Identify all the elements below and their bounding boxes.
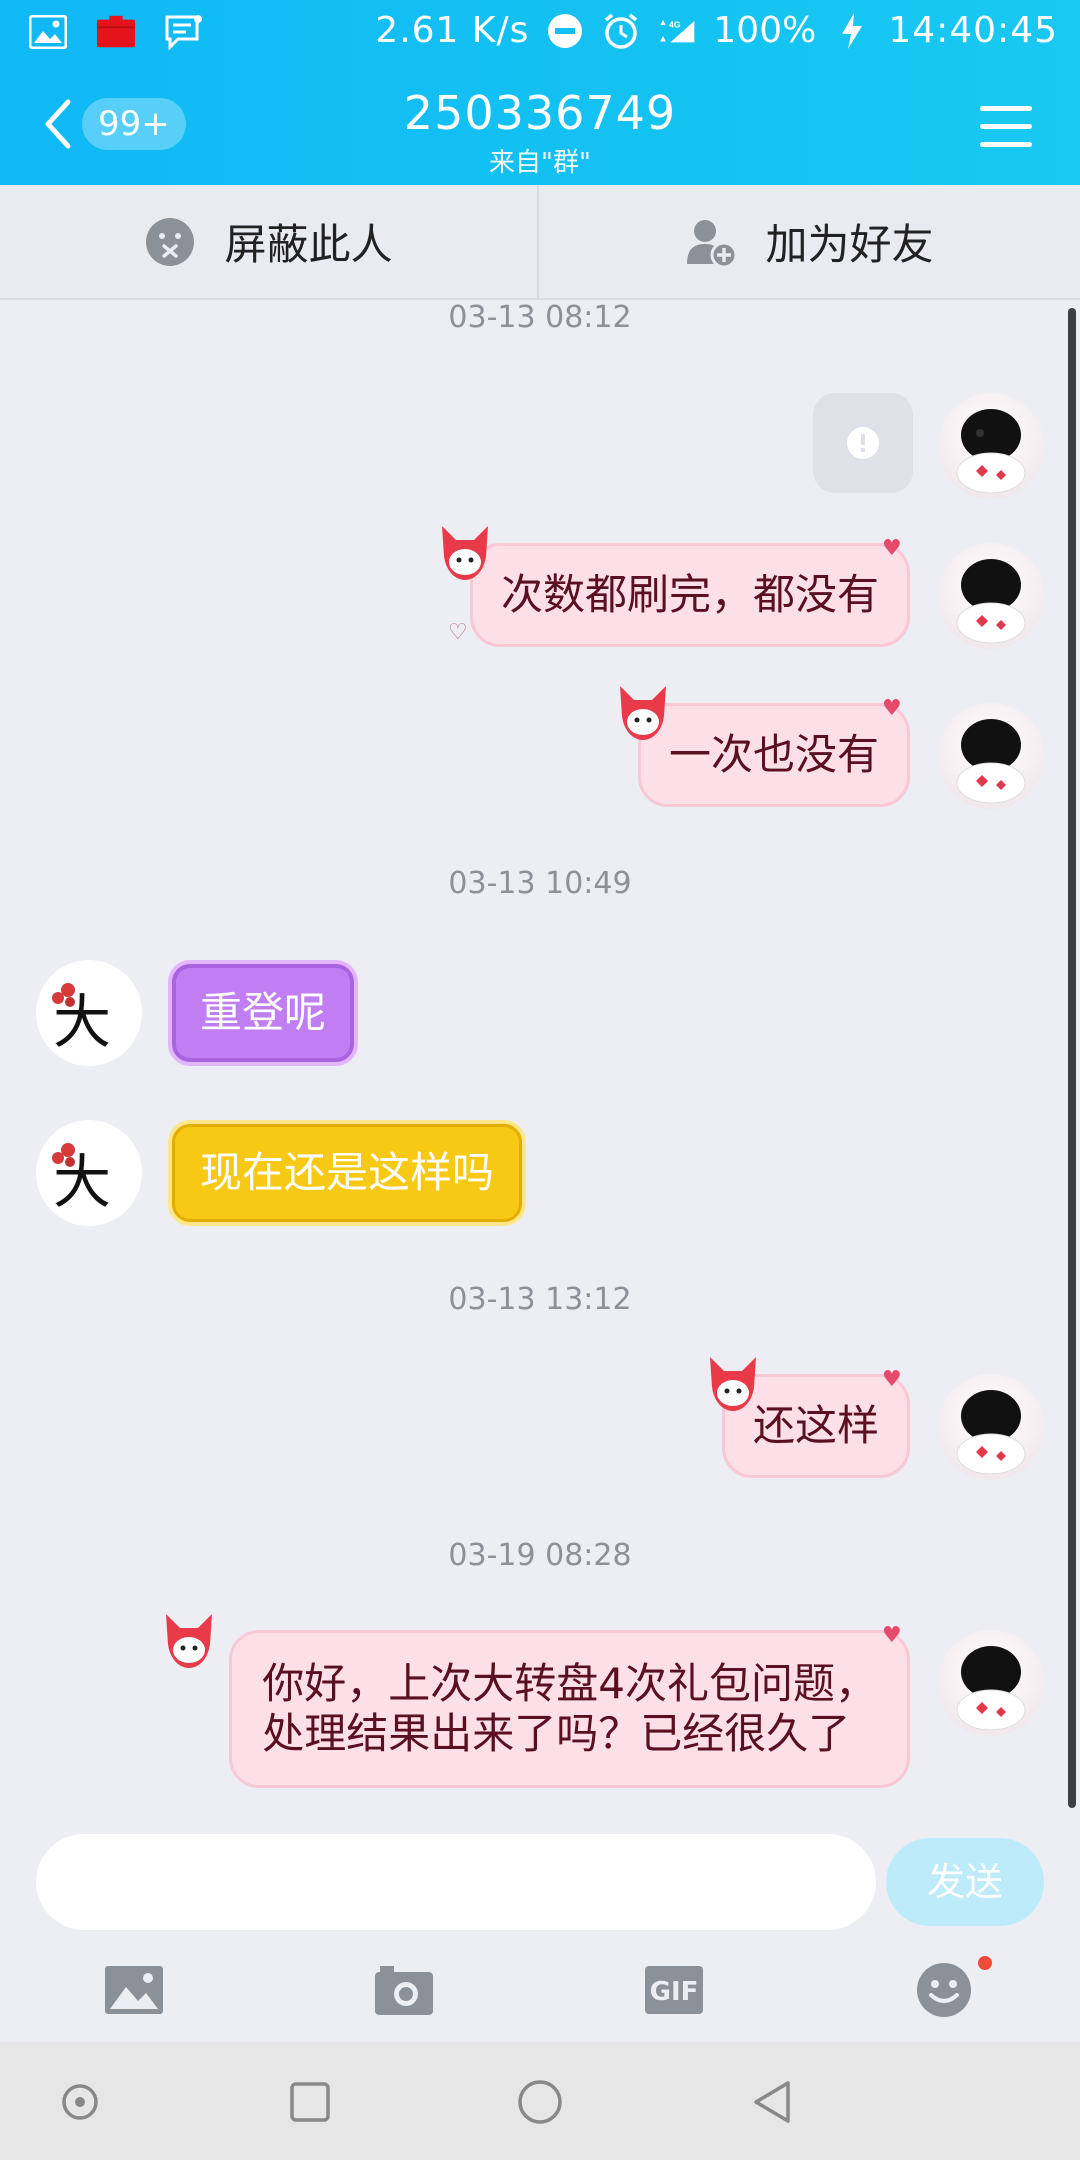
- alarm-icon: [601, 11, 641, 51]
- message-bubble-self[interactable]: 一次也没有: [637, 703, 910, 807]
- chevron-left-icon: [45, 99, 71, 149]
- charging-icon: [832, 11, 872, 51]
- heart-icon: ♡: [448, 620, 468, 645]
- camera-icon: [375, 1966, 433, 2015]
- svg-text:4G: 4G: [669, 19, 681, 29]
- heart-icon: ♥: [882, 1623, 902, 1648]
- fox-sticker-icon: [710, 1357, 756, 1411]
- heart-icon: ♥: [882, 1367, 902, 1392]
- fox-sticker-icon: [166, 1614, 212, 1668]
- chat-title: 250336749: [403, 86, 677, 140]
- svg-text:大: 大: [53, 1148, 111, 1216]
- system-nav-bar: [0, 2042, 1080, 2160]
- message-bubble-self[interactable]: 次数都刷完，都没有: [469, 543, 910, 647]
- gif-icon: GIF: [645, 1966, 703, 2014]
- do-not-disturb-icon: [545, 11, 585, 51]
- scrollbar[interactable]: [1068, 308, 1076, 1808]
- message-text: 还这样: [752, 1401, 879, 1450]
- clock: 14:40:45: [888, 10, 1058, 51]
- input-toolbar: GIF: [0, 1950, 1080, 2042]
- new-indicator-dot: [978, 1956, 992, 1970]
- svg-text:GIF: GIF: [650, 1977, 699, 2007]
- menu-button[interactable]: [980, 106, 1032, 150]
- net-speed: 2.61 K/s: [375, 10, 530, 51]
- add-friend-icon: [687, 219, 738, 268]
- circle-icon: [518, 2080, 562, 2124]
- message-bubble-other[interactable]: 现在还是这样吗: [168, 1120, 527, 1226]
- message-text: 次数都刷完，都没有: [500, 570, 879, 619]
- message-bubble-failed[interactable]: [813, 393, 913, 493]
- fox-sticker-icon: [620, 686, 666, 740]
- timestamp: 03-13 13:12: [448, 1282, 632, 1317]
- avatar[interactable]: [938, 393, 1044, 499]
- back-button[interactable]: 99+: [38, 94, 188, 154]
- block-icon: [146, 217, 195, 266]
- heart-icon: ♥: [882, 696, 902, 721]
- emoji-button[interactable]: [912, 1958, 976, 2022]
- message-notification-icon: [164, 12, 204, 52]
- block-user-button[interactable]: 屏蔽此人: [0, 185, 539, 298]
- image-icon: [105, 1966, 163, 2014]
- action-bar: 屏蔽此人 加为好友: [0, 185, 1080, 300]
- recents-button[interactable]: [286, 2078, 334, 2126]
- triangle-back-icon: [754, 2081, 790, 2123]
- message-bubble-other[interactable]: 重登呢: [168, 960, 359, 1066]
- unread-count-badge: 99+: [82, 98, 186, 150]
- alert-icon: [847, 427, 879, 459]
- menu-icon-line: [980, 124, 1032, 129]
- message-text: 现在还是这样吗: [200, 1148, 495, 1197]
- timestamp: 03-13 08:12: [448, 300, 632, 335]
- network-signal-icon: 4G: [657, 11, 697, 51]
- avatar[interactable]: [938, 1374, 1044, 1480]
- fox-sticker-icon: [442, 526, 488, 580]
- image-button[interactable]: [102, 1958, 166, 2022]
- avatar[interactable]: [938, 543, 1044, 649]
- title-area: 250336749 来自"群": [240, 86, 840, 179]
- battery-level: 100%: [713, 10, 817, 51]
- timestamp: 03-13 10:49: [448, 866, 632, 901]
- message-input[interactable]: [36, 1834, 876, 1930]
- target-icon: [62, 2084, 98, 2120]
- home-button[interactable]: [516, 2078, 564, 2126]
- emoji-icon: [917, 1963, 971, 2017]
- add-friend-label: 加为好友: [765, 220, 934, 269]
- input-bar: 发送: [0, 1830, 1080, 1950]
- avatar[interactable]: [938, 1630, 1044, 1736]
- message-text: 一次也没有: [668, 730, 879, 779]
- message-text-line: 你好，上次大转盘4次礼包问题，: [262, 1659, 877, 1708]
- svg-text:大: 大: [53, 988, 111, 1056]
- chat-message-list[interactable]: 03-13 08:12 次数都刷完，都没有 ♥ ♡ 一次也没有 ♥ 03-13 …: [0, 300, 1080, 1830]
- back-nav-button[interactable]: [748, 2078, 796, 2126]
- status-bar: 2.61 K/s 4G 100% 14:40:45: [0, 0, 1080, 64]
- square-icon: [290, 2082, 330, 2122]
- menu-icon-line: [980, 142, 1032, 147]
- menu-icon-line: [980, 106, 1032, 111]
- add-friend-button[interactable]: 加为好友: [540, 185, 1079, 298]
- chat-header: 99+ 250336749 来自"群": [0, 64, 1080, 185]
- chat-subtitle: 来自"群": [489, 148, 591, 178]
- red-packet-notification-icon: [96, 12, 136, 52]
- avatar[interactable]: 大: [36, 960, 142, 1066]
- camera-button[interactable]: [372, 1958, 436, 2022]
- avatar[interactable]: [938, 703, 1044, 809]
- timestamp: 03-19 08:28: [448, 1538, 632, 1573]
- gif-button[interactable]: GIF: [642, 1958, 706, 2022]
- assist-button[interactable]: [56, 2078, 104, 2126]
- heart-icon: ♥: [882, 536, 902, 561]
- top-area: 2.61 K/s 4G 100% 14:40:45 99+ 250336749 …: [0, 0, 1080, 185]
- message-text: 重登呢: [200, 988, 327, 1037]
- message-bubble-self[interactable]: 你好，上次大转盘4次礼包问题， 处理结果出来了吗？已经很久了: [229, 1630, 910, 1788]
- block-user-label: 屏蔽此人: [224, 220, 393, 269]
- message-text-line: 处理结果出来了吗？已经很久了: [262, 1709, 851, 1758]
- send-button[interactable]: 发送: [886, 1838, 1044, 1926]
- avatar[interactable]: 大: [36, 1120, 142, 1226]
- gallery-notification-icon: [28, 12, 68, 52]
